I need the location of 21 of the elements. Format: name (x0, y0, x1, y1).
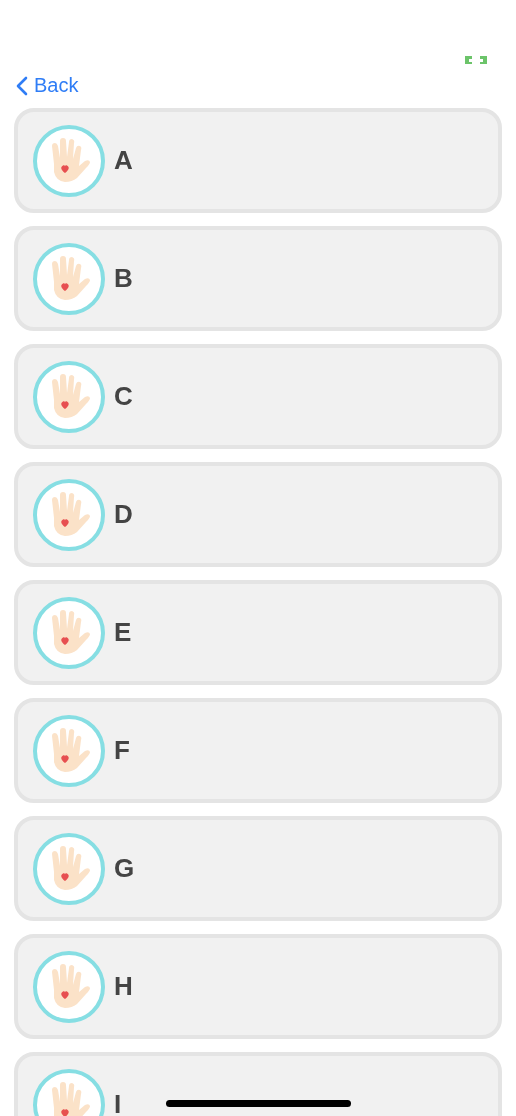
status-icon (464, 55, 488, 65)
item-label: B (114, 263, 133, 294)
list-item-card[interactable]: F (14, 698, 502, 803)
chevron-left-icon (16, 75, 28, 96)
list-item-card[interactable]: H (14, 934, 502, 1039)
item-label: D (114, 499, 133, 530)
list-item-card[interactable]: C (14, 344, 502, 449)
back-button[interactable]: Back (16, 74, 79, 97)
item-label: C (114, 381, 133, 412)
item-label: H (114, 971, 133, 1002)
item-label: G (114, 853, 135, 884)
item-label: I (114, 1089, 122, 1116)
list-item-card[interactable]: B (14, 226, 502, 331)
list-item-card[interactable]: G (14, 816, 502, 921)
list-item-card[interactable]: A (14, 108, 502, 213)
list-item-card[interactable]: E (14, 580, 502, 685)
item-label: F (114, 735, 130, 766)
list-item-card[interactable]: D (14, 462, 502, 567)
list-item-card[interactable]: I (14, 1052, 502, 1116)
item-label: E (114, 617, 132, 648)
item-label: A (114, 145, 133, 176)
